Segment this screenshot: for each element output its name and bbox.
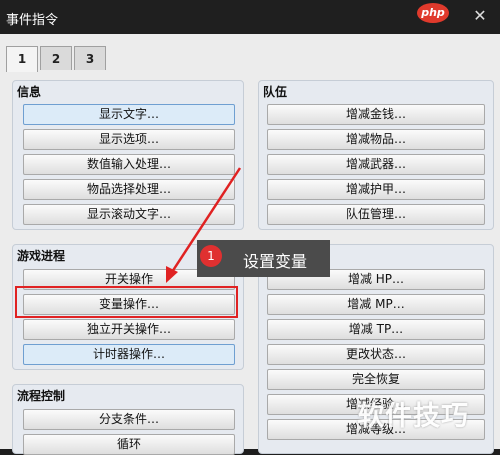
group-title-game-progress: 游戏进程 bbox=[17, 249, 66, 263]
recover-all-button[interactable]: 完全恢复 bbox=[267, 369, 485, 390]
watermark: 软件技巧 bbox=[357, 401, 469, 432]
change-gold-button[interactable]: 增减金钱… bbox=[267, 104, 485, 125]
control-timer-button[interactable]: 计时器操作… bbox=[23, 344, 235, 365]
group-title-flow-control: 流程控制 bbox=[17, 389, 66, 403]
control-self-switch-button[interactable]: 独立开关操作… bbox=[23, 319, 235, 340]
conditional-branch-button[interactable]: 分支条件… bbox=[23, 409, 235, 430]
change-weapons-button[interactable]: 增减武器… bbox=[267, 154, 485, 175]
show-text-button[interactable]: 显示文字… bbox=[23, 104, 235, 125]
loop-button[interactable]: 循环 bbox=[23, 434, 235, 455]
php-logo: php bbox=[417, 3, 449, 23]
change-tp-button[interactable]: 增减 TP… bbox=[267, 319, 485, 340]
group-flow-control: 流程控制 分支条件… 循环 bbox=[12, 384, 244, 455]
tab-2[interactable]: 2 bbox=[40, 46, 72, 70]
group-title-party: 队伍 bbox=[263, 85, 288, 99]
close-icon[interactable]: ✕ bbox=[466, 5, 494, 27]
select-item-button[interactable]: 物品选择处理… bbox=[23, 179, 235, 200]
highlight-box bbox=[15, 286, 238, 318]
tab-1[interactable]: 1 bbox=[6, 46, 38, 72]
group-title-info: 信息 bbox=[17, 85, 42, 99]
show-scrolling-text-button[interactable]: 显示滚动文字… bbox=[23, 204, 235, 225]
tab-3[interactable]: 3 bbox=[74, 46, 106, 70]
group-info: 信息 显示文字… 显示选项… 数值输入处理… 物品选择处理… 显示滚动文字… bbox=[12, 80, 244, 230]
step-number-badge: 1 bbox=[200, 245, 222, 267]
change-state-button[interactable]: 更改状态… bbox=[267, 344, 485, 365]
callout-text: 设置变量 bbox=[243, 252, 308, 271]
input-number-button[interactable]: 数值输入处理… bbox=[23, 154, 235, 175]
change-items-button[interactable]: 增减物品… bbox=[267, 129, 485, 150]
party-management-button[interactable]: 队伍管理… bbox=[267, 204, 485, 225]
group-party: 队伍 增减金钱… 增减物品… 增减武器… 增减护甲… 队伍管理… bbox=[258, 80, 494, 230]
show-choices-button[interactable]: 显示选项… bbox=[23, 129, 235, 150]
change-mp-button[interactable]: 增减 MP… bbox=[267, 294, 485, 315]
title-bar: 事件指令 php ✕ bbox=[0, 0, 500, 34]
change-armors-button[interactable]: 增减护甲… bbox=[267, 179, 485, 200]
window-title: 事件指令 bbox=[6, 13, 59, 28]
